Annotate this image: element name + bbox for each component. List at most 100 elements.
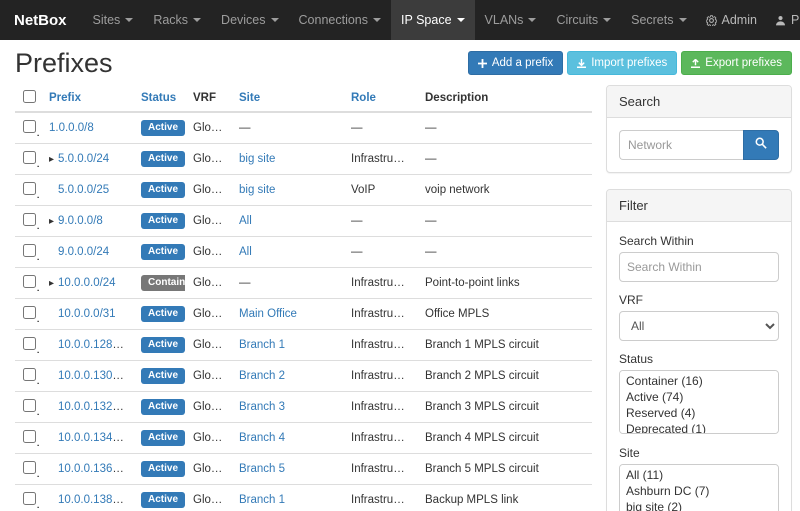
column-header-prefix[interactable]: Prefix — [41, 85, 133, 112]
chevron-down-icon — [528, 18, 536, 22]
site-link[interactable]: All — [239, 215, 252, 227]
row-select-cell — [15, 112, 41, 144]
row-checkbox[interactable] — [23, 399, 36, 412]
column-header-label[interactable]: Site — [239, 92, 260, 104]
profile-label: Profile — [791, 13, 800, 27]
filter-option[interactable]: Reserved (4) — [622, 405, 776, 421]
status-badge: Active — [141, 430, 185, 446]
prefix-link[interactable]: 10.0.0.132/31 — [58, 401, 128, 413]
description-cell: voip network — [417, 174, 592, 205]
site-cell: Branch 4 — [231, 422, 343, 453]
row-checkbox[interactable] — [23, 461, 36, 474]
vrf-cell: Global — [185, 174, 231, 205]
add-prefix-button[interactable]: Add a prefix — [468, 51, 563, 75]
row-select-cell — [15, 329, 41, 360]
site-link[interactable]: big site — [239, 153, 275, 165]
page-title: Prefixes — [15, 49, 468, 79]
row-checkbox[interactable] — [23, 182, 36, 195]
row-checkbox[interactable] — [23, 120, 36, 133]
row-checkbox[interactable] — [23, 368, 36, 381]
row-checkbox[interactable] — [23, 306, 36, 319]
role-cell: Infrastructure — [343, 143, 417, 174]
search-within-input[interactable] — [619, 252, 779, 282]
site-link[interactable]: Branch 1 — [239, 339, 285, 351]
column-header-status[interactable]: Status — [133, 85, 185, 112]
filter-option[interactable]: All (11) — [622, 467, 776, 483]
nav-item-connections[interactable]: Connections — [289, 0, 392, 40]
site-filter-select[interactable]: All (11)Ashburn DC (7)big site (2)Branch… — [619, 464, 779, 511]
import-prefixes-button[interactable]: Import prefixes — [567, 51, 677, 75]
filter-option[interactable]: big site (2) — [622, 499, 776, 511]
nav-item-racks[interactable]: Racks — [143, 0, 211, 40]
nav-item-label: Sites — [93, 13, 121, 27]
prefix-link[interactable]: 10.0.0.0/31 — [58, 308, 116, 320]
admin-link[interactable]: Admin — [697, 0, 766, 40]
status-filter-select[interactable]: Container (16)Active (74)Reserved (4)Dep… — [619, 370, 779, 434]
search-input[interactable] — [619, 130, 743, 160]
profile-link[interactable]: Profile — [766, 0, 800, 40]
site-link[interactable]: Branch 1 — [239, 494, 285, 506]
column-header-role[interactable]: Role — [343, 85, 417, 112]
site-link[interactable]: Branch 4 — [239, 432, 285, 444]
site-cell: Branch 3 — [231, 391, 343, 422]
prefix-link[interactable]: 10.0.0.130/31 — [58, 370, 128, 382]
site-link[interactable]: Main Office — [239, 308, 297, 320]
search-panel-title: Search — [607, 86, 791, 118]
prefix-link[interactable]: 10.0.0.136/31 — [58, 463, 128, 475]
prefix-link[interactable]: 5.0.0.0/24 — [58, 153, 109, 165]
row-checkbox[interactable] — [23, 337, 36, 350]
prefix-link[interactable]: 9.0.0.0/8 — [58, 215, 103, 227]
nav-item-vlans[interactable]: VLANs — [475, 0, 547, 40]
site-cell: — — [231, 267, 343, 298]
prefix-cell: ▸5.0.0.0/24 — [41, 143, 133, 174]
row-checkbox[interactable] — [23, 213, 36, 226]
nav-item-ip-space[interactable]: IP Space — [391, 0, 475, 40]
row-checkbox[interactable] — [23, 244, 36, 257]
prefix-link[interactable]: 10.0.0.128/31 — [58, 339, 128, 351]
nav-item-sites[interactable]: Sites — [83, 0, 144, 40]
nav-item-devices[interactable]: Devices — [211, 0, 288, 40]
vrf-filter-select[interactable]: All — [619, 311, 779, 341]
filter-option[interactable]: Ashburn DC (7) — [622, 483, 776, 499]
app-logo[interactable]: NetBox — [0, 0, 83, 40]
prefix-link[interactable]: 1.0.0.0/8 — [49, 122, 94, 134]
prefix-cell: 10.0.0.134/31 — [41, 422, 133, 453]
row-checkbox[interactable] — [23, 430, 36, 443]
nav-item-circuits[interactable]: Circuits — [546, 0, 621, 40]
status-cell: Active — [133, 422, 185, 453]
site-link[interactable]: big site — [239, 184, 275, 196]
search-within-label: Search Within — [619, 234, 779, 248]
filter-option[interactable]: Container (16) — [622, 373, 776, 389]
prefix-cell: ▸9.0.0.0/8 — [41, 205, 133, 236]
prefix-link[interactable]: 10.0.0.134/31 — [58, 432, 128, 444]
status-cell: Active — [133, 112, 185, 144]
vrf-cell: Global — [185, 205, 231, 236]
filter-option[interactable]: Deprecated (1) — [622, 421, 776, 434]
site-link[interactable]: All — [239, 246, 252, 258]
row-checkbox[interactable] — [23, 492, 36, 505]
nav-item-secrets[interactable]: Secrets — [621, 0, 696, 40]
column-header-label[interactable]: Role — [351, 92, 376, 104]
export-prefixes-button[interactable]: Export prefixes — [681, 51, 792, 75]
site-link[interactable]: Branch 2 — [239, 370, 285, 382]
row-checkbox[interactable] — [23, 275, 36, 288]
prefix-link[interactable]: 10.0.0.138/31 — [58, 494, 128, 506]
prefix-link[interactable]: 10.0.0.0/24 — [58, 277, 116, 289]
select-all-checkbox[interactable] — [23, 90, 36, 103]
row-checkbox[interactable] — [23, 151, 36, 164]
filter-option[interactable]: Active (74) — [622, 389, 776, 405]
role-cell: Infrastructure — [343, 267, 417, 298]
description-cell: — — [417, 112, 592, 144]
site-link[interactable]: Branch 3 — [239, 401, 285, 413]
description-cell: — — [417, 205, 592, 236]
prefix-link[interactable]: 9.0.0.0/24 — [58, 246, 109, 258]
row-select-cell — [15, 205, 41, 236]
prefix-link[interactable]: 5.0.0.0/25 — [58, 184, 109, 196]
column-header-site[interactable]: Site — [231, 85, 343, 112]
column-header-label[interactable]: Prefix — [49, 92, 81, 104]
site-cell: — — [231, 112, 343, 144]
column-header-label[interactable]: Status — [141, 92, 176, 104]
vrf-cell: Global — [185, 484, 231, 511]
site-link[interactable]: Branch 5 — [239, 463, 285, 475]
search-button[interactable] — [743, 130, 779, 160]
